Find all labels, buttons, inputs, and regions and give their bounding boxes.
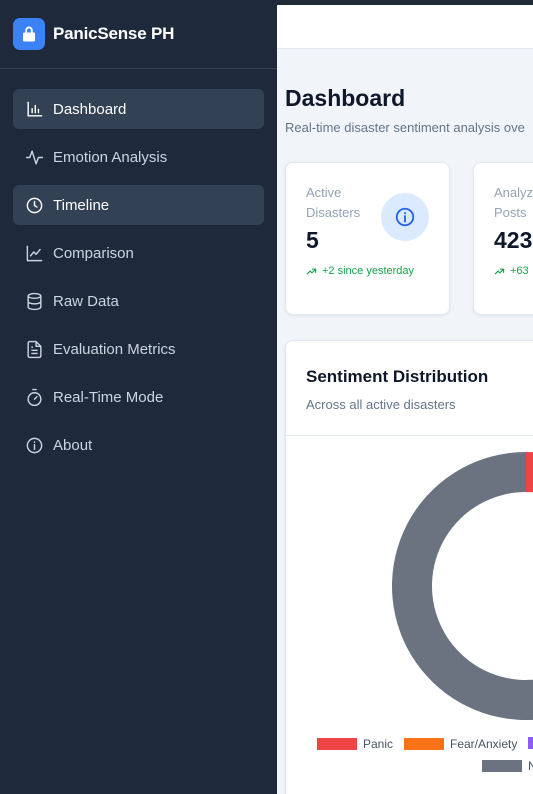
legend-item[interactable]: Panic	[317, 737, 393, 751]
sidebar-item-timeline[interactable]: Timeline	[13, 185, 264, 225]
sidebar-nav: Dashboard Emotion Analysis Timeline Comp…	[0, 69, 277, 465]
sidebar-item-raw-data[interactable]: Raw Data	[13, 281, 264, 321]
sidebar-item-label: Dashboard	[53, 100, 127, 118]
trending-up-icon	[306, 268, 317, 274]
sidebar-item-evaluation-metrics[interactable]: Evaluation Metrics	[13, 329, 264, 369]
page-title: Dashboard	[285, 85, 406, 111]
donut-slice-panic[interactable]	[526, 452, 533, 493]
legend-label: Fear/Anxiety	[450, 737, 518, 751]
sidebar-item-label: Emotion Analysis	[53, 148, 168, 166]
stat-label: Analyz Posts	[494, 185, 533, 220]
file-text-icon	[27, 340, 42, 358]
sidebar-item-about[interactable]: About	[13, 425, 264, 465]
sidebar-item-real-time-mode[interactable]: Real-Time Mode	[13, 377, 264, 417]
lock-icon	[13, 18, 45, 50]
stat-delta: +63	[494, 265, 529, 277]
bar-chart-icon	[27, 101, 43, 117]
legend-swatch	[528, 737, 533, 749]
chart-title: Sentiment Distribution	[306, 367, 489, 386]
info-icon	[26, 437, 43, 453]
sidebar-item-comparison[interactable]: Comparison	[13, 233, 264, 273]
stat-value: 423	[494, 227, 533, 253]
sidebar-item-dashboard[interactable]: Dashboard	[13, 89, 264, 129]
brand[interactable]: PanicSense PH	[0, 0, 277, 69]
activity-icon	[25, 149, 44, 165]
sidebar-item-label: About	[53, 436, 93, 454]
sentiment-distribution-card: Sentiment Distribution Across all active…	[285, 340, 533, 794]
legend-label: Panic	[363, 737, 394, 751]
trending-up-icon	[494, 268, 505, 274]
legend-label: N	[528, 759, 533, 773]
legend-swatch	[482, 760, 522, 772]
legend-item[interactable]: Fear/Anxiety	[404, 737, 517, 751]
sidebar-item-label: Raw Data	[53, 292, 119, 310]
donut-slice-n[interactable]	[392, 452, 533, 720]
database-icon	[27, 292, 42, 310]
legend-item[interactable]: N	[482, 759, 533, 773]
clock-icon	[26, 197, 43, 213]
stat-delta-text: +2 since yesterday	[322, 265, 415, 277]
chart-subtitle: Across all active disasters	[306, 397, 456, 412]
sidebar-item-emotion-analysis[interactable]: Emotion Analysis	[13, 137, 264, 177]
top-header	[277, 5, 533, 49]
sidebar-item-label: Comparison	[53, 244, 134, 262]
sidebar-item-label: Evaluation Metrics	[53, 340, 176, 358]
sidebar: PanicSense PH Dashboard Emotion Analysis…	[0, 0, 277, 794]
line-chart-icon	[26, 245, 43, 261]
sidebar-item-label: Real-Time Mode	[53, 388, 164, 406]
legend-swatch	[317, 738, 357, 750]
stat-card-active-disasters: Active Disasters 5 +2 since yesterday	[285, 162, 450, 315]
stat-delta: +2 since yesterday	[306, 265, 414, 277]
stat-label: Active Disasters	[306, 185, 361, 220]
sidebar-item-label: Timeline	[53, 196, 110, 214]
stat-card-analyzed-posts: Analyz Posts 423 +63	[473, 162, 533, 315]
page-subtitle: Real-time disaster sentiment analysis ov…	[285, 120, 525, 135]
sentiment-donut-chart	[392, 452, 533, 720]
stat-value: 5	[306, 227, 319, 253]
stat-delta-text: +63	[510, 265, 529, 277]
info-icon	[381, 193, 429, 241]
legend-item[interactable]	[528, 737, 533, 749]
legend-swatch	[404, 738, 444, 750]
app-name: PanicSense PH	[53, 24, 175, 43]
timer-icon	[27, 388, 42, 406]
main-content: Dashboard Real-time disaster sentiment a…	[277, 5, 533, 794]
